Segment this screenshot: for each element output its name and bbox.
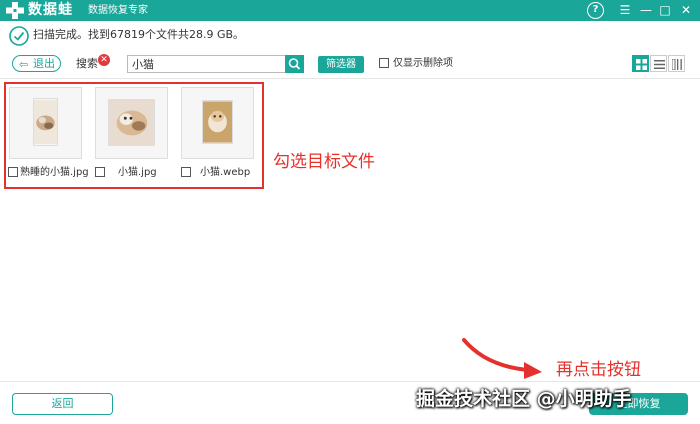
watermark-text: 掘金技术社区 @小明助手	[416, 388, 632, 410]
list-view-button[interactable]	[650, 55, 667, 72]
list-view-icon	[654, 60, 665, 69]
file-card[interactable]	[95, 87, 168, 159]
detail-view-icon	[672, 59, 682, 70]
close-button[interactable]: ✕	[677, 2, 695, 19]
file-thumbnail	[202, 100, 233, 144]
scan-status-text: 扫描完成。找到67819个文件共28.9 GB。	[33, 28, 245, 41]
file-card[interactable]	[181, 87, 254, 159]
clear-search-icon[interactable]: ✕	[98, 54, 110, 66]
annotation-click-button: 再点击按钮	[556, 360, 641, 380]
search-icon	[288, 58, 301, 70]
red-arrow-icon	[462, 338, 542, 379]
app-logo-icon	[6, 2, 24, 19]
file-checkbox[interactable]	[95, 167, 105, 177]
file-name: 小猫.jpg	[118, 167, 157, 178]
scan-status-bar: 扫描完成。找到67819个文件共28.9 GB。	[0, 21, 700, 49]
file-checkbox[interactable]	[8, 167, 18, 177]
grid-view-icon	[636, 59, 647, 70]
check-circle-icon	[9, 26, 29, 46]
detail-view-button[interactable]	[668, 55, 685, 72]
maximize-button[interactable]: □	[656, 2, 674, 19]
search-input[interactable]	[127, 55, 285, 73]
file-name: 熟睡的小猫.jpg	[20, 167, 89, 178]
exit-button-label: 退出	[33, 57, 55, 70]
file-thumbnail	[33, 98, 58, 146]
footer-divider	[0, 381, 700, 382]
grid-view-button[interactable]	[632, 55, 649, 72]
menu-icon[interactable]: ☰	[616, 2, 634, 19]
app-name: 数据蛙	[28, 2, 73, 18]
file-checkbox[interactable]	[181, 167, 191, 177]
toolbar: ⇦ 退出 搜索 ✕ 筛选器 仅显示删除项	[0, 52, 700, 76]
return-button[interactable]: 返回	[12, 393, 113, 415]
file-thumbnail	[108, 99, 155, 146]
toolbar-divider	[0, 78, 700, 79]
app-subtitle: 数据恢复专家	[88, 5, 148, 16]
minimize-button[interactable]: —	[637, 2, 655, 19]
only-deleted-checkbox[interactable]	[379, 58, 389, 68]
back-arrow-icon: ⇦	[19, 58, 29, 71]
search-button[interactable]	[285, 55, 304, 73]
help-icon[interactable]: ?	[587, 2, 604, 19]
exit-button[interactable]: ⇦ 退出	[12, 55, 61, 72]
filter-button[interactable]: 筛选器	[318, 56, 364, 73]
title-bar: 数据蛙 数据恢复专家 ? ☰ — □ ✕	[0, 0, 700, 21]
annotation-select-files: 勾选目标文件	[273, 152, 375, 172]
file-name: 小猫.webp	[200, 167, 251, 178]
file-card[interactable]	[9, 87, 82, 159]
search-label: 搜索	[76, 57, 98, 70]
only-deleted-label: 仅显示删除项	[393, 58, 453, 69]
